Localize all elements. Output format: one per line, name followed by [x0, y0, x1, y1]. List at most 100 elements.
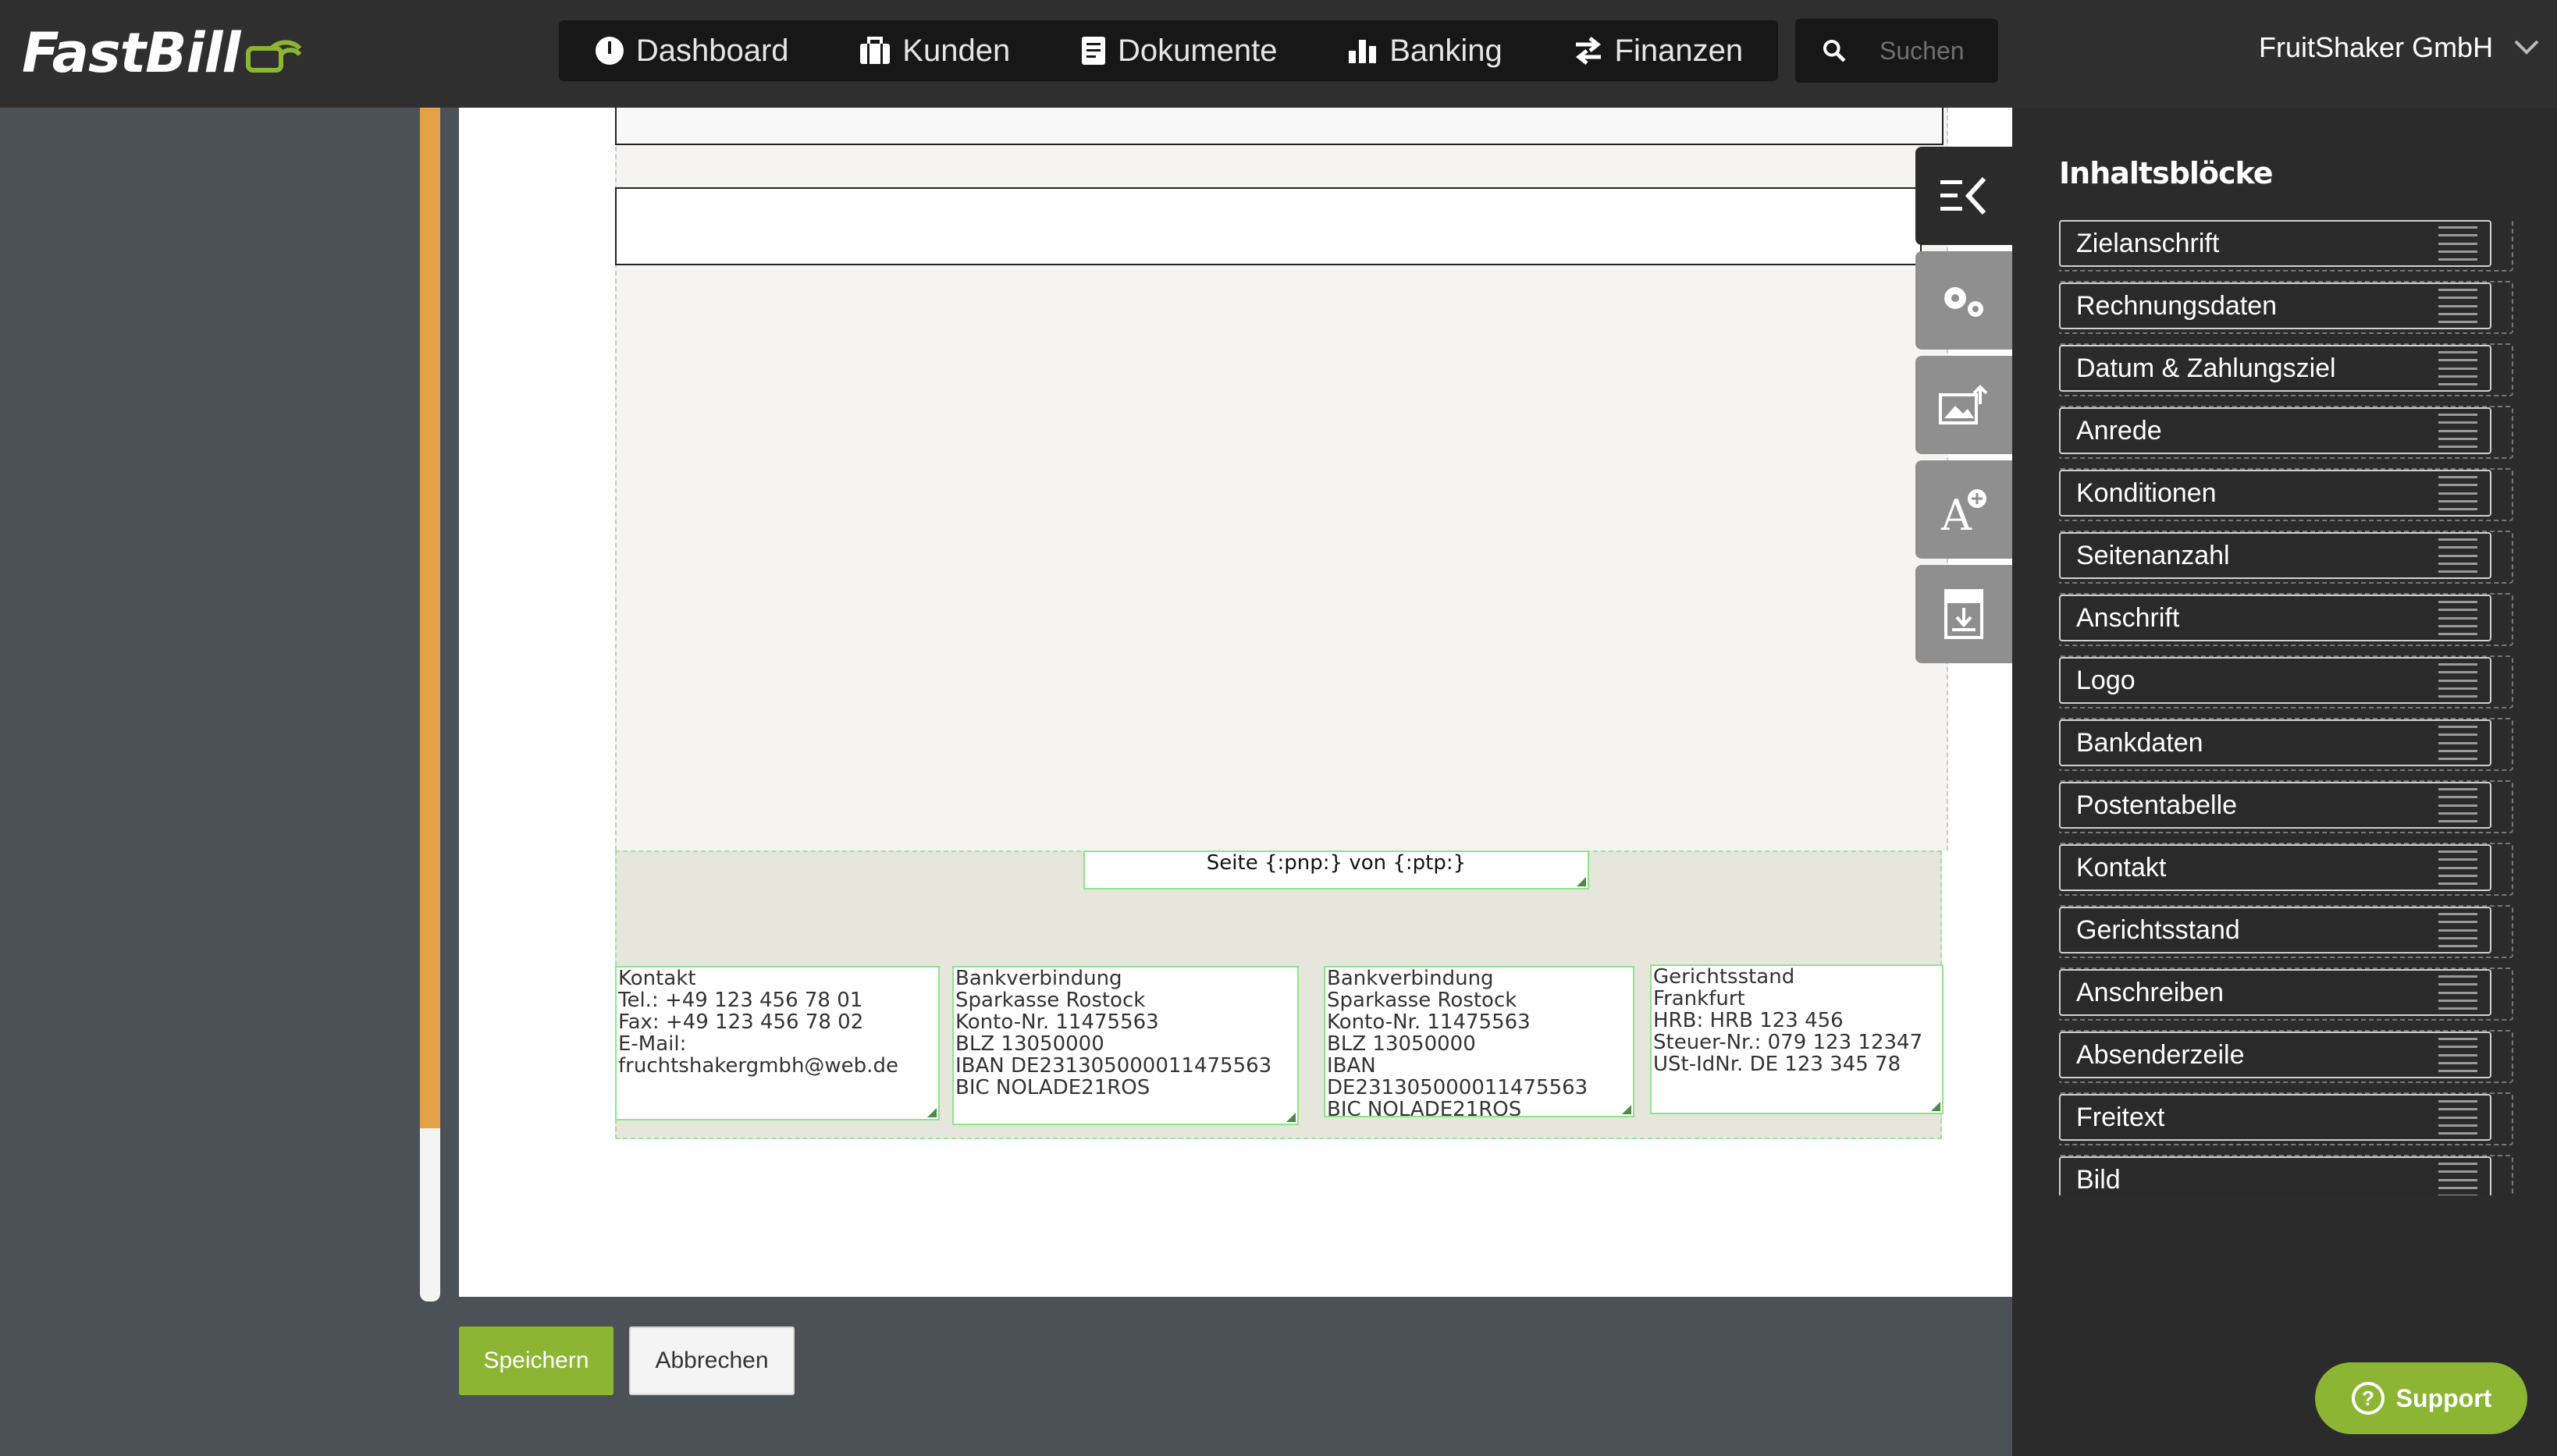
- drag-handle-icon[interactable]: [2438, 538, 2477, 573]
- pdf-download-icon: [1944, 589, 1983, 639]
- help-circle-icon: ?: [2351, 1382, 2385, 1415]
- content-blocks-icon: [1940, 176, 1986, 215]
- footer-bank-field[interactable]: Bankverbindung Sparkasse Rostock Konto-N…: [952, 966, 1299, 1125]
- drag-handle-icon[interactable]: [2438, 788, 2477, 822]
- drag-handle-icon[interactable]: [2438, 663, 2477, 698]
- account-menu[interactable]: FruitShaker GmbH: [2259, 31, 2540, 64]
- svg-text:?: ?: [2362, 1387, 2374, 1410]
- content-block-item[interactable]: Anrede: [2059, 406, 2513, 459]
- content-block-item[interactable]: Kontakt: [2059, 843, 2513, 896]
- drag-handle-icon[interactable]: [2438, 476, 2477, 510]
- content-block-item[interactable]: Anschreiben: [2059, 968, 2513, 1021]
- nav-kunden[interactable]: Kunden: [859, 34, 1010, 69]
- company-name: FruitShaker GmbH: [2259, 31, 2494, 63]
- content-block-label: Konditionen: [2076, 478, 2217, 508]
- cancel-button[interactable]: Abbrechen: [629, 1326, 795, 1395]
- content-block-item[interactable]: Postentabelle: [2059, 780, 2513, 833]
- panel-tabs: A: [1915, 147, 2012, 669]
- settings-tab[interactable]: [1915, 251, 2012, 350]
- footer-bank-field-2[interactable]: Bankverbindung Sparkasse Rostock Konto-N…: [1324, 966, 1634, 1117]
- chevron-down-icon: [2514, 40, 2539, 55]
- nav-finanzen[interactable]: Finanzen: [1573, 33, 1744, 69]
- page-number-field[interactable]: Seite {:pnp:} von {:ptp:}: [1083, 851, 1589, 890]
- image-upload-icon: [1939, 385, 1988, 424]
- content-block-item[interactable]: Absenderzeile: [2059, 1030, 2513, 1083]
- drag-handle-icon[interactable]: [2438, 1038, 2477, 1072]
- content-block-item[interactable]: Bild: [2059, 1155, 2513, 1195]
- drag-handle-icon[interactable]: [2438, 1163, 2477, 1195]
- drag-handle-icon[interactable]: [2438, 601, 2477, 635]
- editor-scrollbar[interactable]: [420, 108, 440, 1302]
- footer-legal-field[interactable]: Gerichtsstand Frankfurt HRB: HRB 123 456…: [1650, 964, 1944, 1114]
- drag-handle-icon[interactable]: [2438, 851, 2477, 885]
- content-block-item[interactable]: Freitext: [2059, 1092, 2513, 1145]
- content-block-label: Rechnungsdaten: [2076, 290, 2278, 321]
- image-upload-tab[interactable]: [1915, 356, 2012, 454]
- nav-kunden-label: Kunden: [902, 33, 1011, 68]
- support-button[interactable]: ? Support: [2315, 1362, 2527, 1434]
- content-block-label: Bankdaten: [2076, 727, 2203, 758]
- search-icon[interactable]: [1822, 35, 1847, 66]
- content-blocks-tab[interactable]: [1915, 147, 2012, 245]
- content-block-label: Datum & Zahlungsziel: [2076, 353, 2336, 383]
- text-block-top[interactable]: [615, 108, 1944, 145]
- content-block-item[interactable]: Konditionen: [2059, 468, 2513, 521]
- bar-chart-icon: [1349, 40, 1377, 63]
- document-icon: [1081, 37, 1105, 65]
- content-block-label: Anschreiben: [2076, 977, 2224, 1007]
- content-block-label: Postentabelle: [2076, 790, 2238, 820]
- add-font-icon: A: [1940, 489, 1986, 533]
- content-block-item[interactable]: Seitenanzahl: [2059, 531, 2513, 584]
- logo-text: FastBill: [22, 21, 240, 85]
- text-block-empty[interactable]: [615, 187, 1922, 265]
- pdf-tab[interactable]: [1915, 565, 2012, 663]
- settings-gears-icon: [1944, 287, 1983, 317]
- content-block-item[interactable]: Zielanschrift: [2059, 220, 2513, 272]
- content-block-item[interactable]: Bankdaten: [2059, 718, 2513, 771]
- content-block-label: Gerichtsstand: [2076, 914, 2240, 945]
- content-block-item[interactable]: Anschrift: [2059, 593, 2513, 646]
- content-block-label: Seitenanzahl: [2076, 540, 2230, 570]
- content-block-label: Logo: [2076, 665, 2136, 695]
- content-block-label: Bild: [2076, 1164, 2121, 1195]
- drag-handle-icon[interactable]: [2438, 289, 2477, 323]
- dashboard-gauge-icon: [595, 37, 624, 65]
- content-block-label: Absenderzeile: [2076, 1039, 2245, 1070]
- drag-handle-icon[interactable]: [2438, 913, 2477, 947]
- nav-dashboard-label: Dashboard: [635, 33, 789, 68]
- save-button[interactable]: Speichern: [459, 1326, 613, 1395]
- nav-dashboard[interactable]: Dashboard: [594, 34, 789, 69]
- fastbill-logo[interactable]: FastBill: [22, 14, 306, 92]
- scrollbar-thumb[interactable]: [420, 108, 440, 1128]
- drag-handle-icon[interactable]: [2438, 975, 2477, 1010]
- nav-finanzen-label: Finanzen: [1614, 33, 1744, 68]
- content-block-label: Anschrift: [2076, 602, 2180, 633]
- drag-handle-icon[interactable]: [2438, 1100, 2477, 1135]
- drag-handle-icon[interactable]: [2438, 414, 2477, 448]
- nav-dokumente[interactable]: Dokumente: [1080, 34, 1278, 69]
- content-block-label: Kontakt: [2076, 852, 2167, 882]
- search-input[interactable]: [1878, 35, 1998, 66]
- main-nav: Dashboard Kunden Dokumente Banking Finan…: [559, 20, 1778, 81]
- footer-contact-field[interactable]: Kontakt Tel.: +49 123 456 78 01 Fax: +49…: [615, 966, 940, 1120]
- drag-handle-icon[interactable]: [2438, 726, 2477, 760]
- panel-title: Inhaltsblöcke: [2059, 156, 2274, 190]
- nav-dokumente-label: Dokumente: [1117, 33, 1278, 68]
- nav-banking-label: Banking: [1389, 33, 1503, 68]
- transfer-arrows-icon: [1575, 37, 1601, 65]
- briefcase-icon: [860, 37, 891, 64]
- drag-handle-icon[interactable]: [2438, 351, 2477, 385]
- font-tab[interactable]: A: [1915, 460, 2012, 559]
- content-block-item[interactable]: Rechnungsdaten: [2059, 281, 2513, 334]
- content-block-label: Anrede: [2076, 415, 2162, 446]
- content-block-item[interactable]: Logo: [2059, 655, 2513, 708]
- support-label: Support: [2395, 1383, 2492, 1412]
- content-block-item[interactable]: Gerichtsstand: [2059, 905, 2513, 958]
- search-box: [1795, 19, 1998, 83]
- content-block-label: Freitext: [2076, 1102, 2165, 1132]
- nav-banking[interactable]: Banking: [1347, 34, 1503, 69]
- svg-text:A: A: [1940, 491, 1972, 533]
- drag-handle-icon[interactable]: [2438, 226, 2477, 261]
- content-block-label: Zielanschrift: [2076, 228, 2220, 258]
- content-block-item[interactable]: Datum & Zahlungsziel: [2059, 343, 2513, 396]
